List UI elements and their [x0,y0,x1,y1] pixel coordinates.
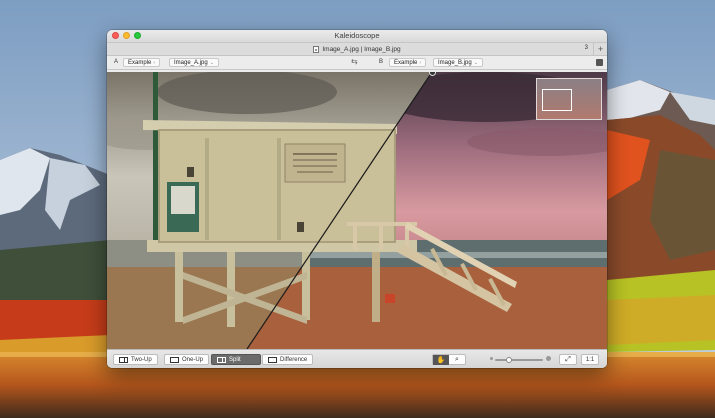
mode-split-label: Split [229,356,241,363]
comparison-image [107,72,607,349]
one-up-icon [170,356,179,363]
new-tab-button[interactable]: + [593,43,607,55]
path-a-file[interactable]: Image_A.jpg ⌄ [169,58,219,67]
tool-selector: ✋ ⌕ [432,354,466,365]
window-title: Kaleidoscope [334,31,380,40]
actual-size-label: 1:1 [585,357,595,363]
mode-one-up-button[interactable]: One-Up [164,354,210,365]
navigator-thumbnail[interactable] [536,78,602,120]
difference-icon [268,356,277,363]
chevron-down-icon: ⌄ [473,60,478,66]
mode-two-up-button[interactable]: Two-Up [113,354,158,365]
tab-bar: Image_A.jpg | Image_B.jpg 3 + [107,43,607,56]
chevron-right-icon: › [153,60,156,66]
zoom-slider[interactable] [495,356,543,363]
actual-size-button[interactable]: 1:1 [581,354,599,365]
tab-count-badge: 3 [584,45,588,51]
tab-label: Image_A.jpg | Image_B.jpg [322,45,401,53]
zoom-tool-icon[interactable]: ⌕ [449,355,465,365]
title-bar: Kaleidoscope [107,30,607,43]
path-b-folder-label: Example [394,60,418,66]
swap-sides-icon[interactable]: ⇆ [351,57,358,66]
side-b-label: B [379,59,384,65]
path-a-folder-label: Example [128,60,152,66]
sidebar-toggle-icon[interactable] [596,59,603,66]
path-a-folder[interactable]: Example › [123,58,161,67]
mode-difference-button[interactable]: Difference [262,354,314,365]
side-a-label: A [114,59,119,65]
pan-tool-icon[interactable]: ✋ [433,355,449,365]
navigator-viewport[interactable] [542,89,572,111]
split-icon [217,356,226,363]
path-b-file[interactable]: Image_B.jpg ⌄ [433,58,483,67]
zoom-slider-knob[interactable] [505,356,512,363]
zoom-out-icon[interactable] [490,357,493,360]
mode-difference-label: Difference [280,356,308,363]
mode-one-up-label: One-Up [182,356,204,363]
path-bar: A Example › Image_A.jpg ⌄ ⇆ B Example › Ima… [107,56,607,70]
fit-button[interactable]: ⤢ [559,354,577,365]
path-b-file-label: Image_B.jpg [438,60,472,66]
fit-to-window-icon: ⤢ [565,356,571,363]
split-image-viewer[interactable] [107,72,607,349]
path-b-folder[interactable]: Example › [389,58,427,67]
document-icon [313,45,320,53]
bottom-toolbar: Two-Up One-Up Split Difference ✋ ⌕ ⤢ 1:1 [107,349,607,368]
mode-two-up-label: Two-Up [131,356,152,363]
zoom-in-icon[interactable] [546,356,551,361]
chevron-down-icon: ⌄ [209,60,214,66]
path-a-file-label: Image_A.jpg [174,60,208,66]
mode-split-button[interactable]: Split [211,354,261,365]
two-up-icon [119,356,128,363]
tab-comparison[interactable]: Image_A.jpg | Image_B.jpg [313,45,401,53]
chevron-right-icon: › [419,60,422,66]
kaleidoscope-window: Kaleidoscope Image_A.jpg | Image_B.jpg 3… [107,30,607,368]
